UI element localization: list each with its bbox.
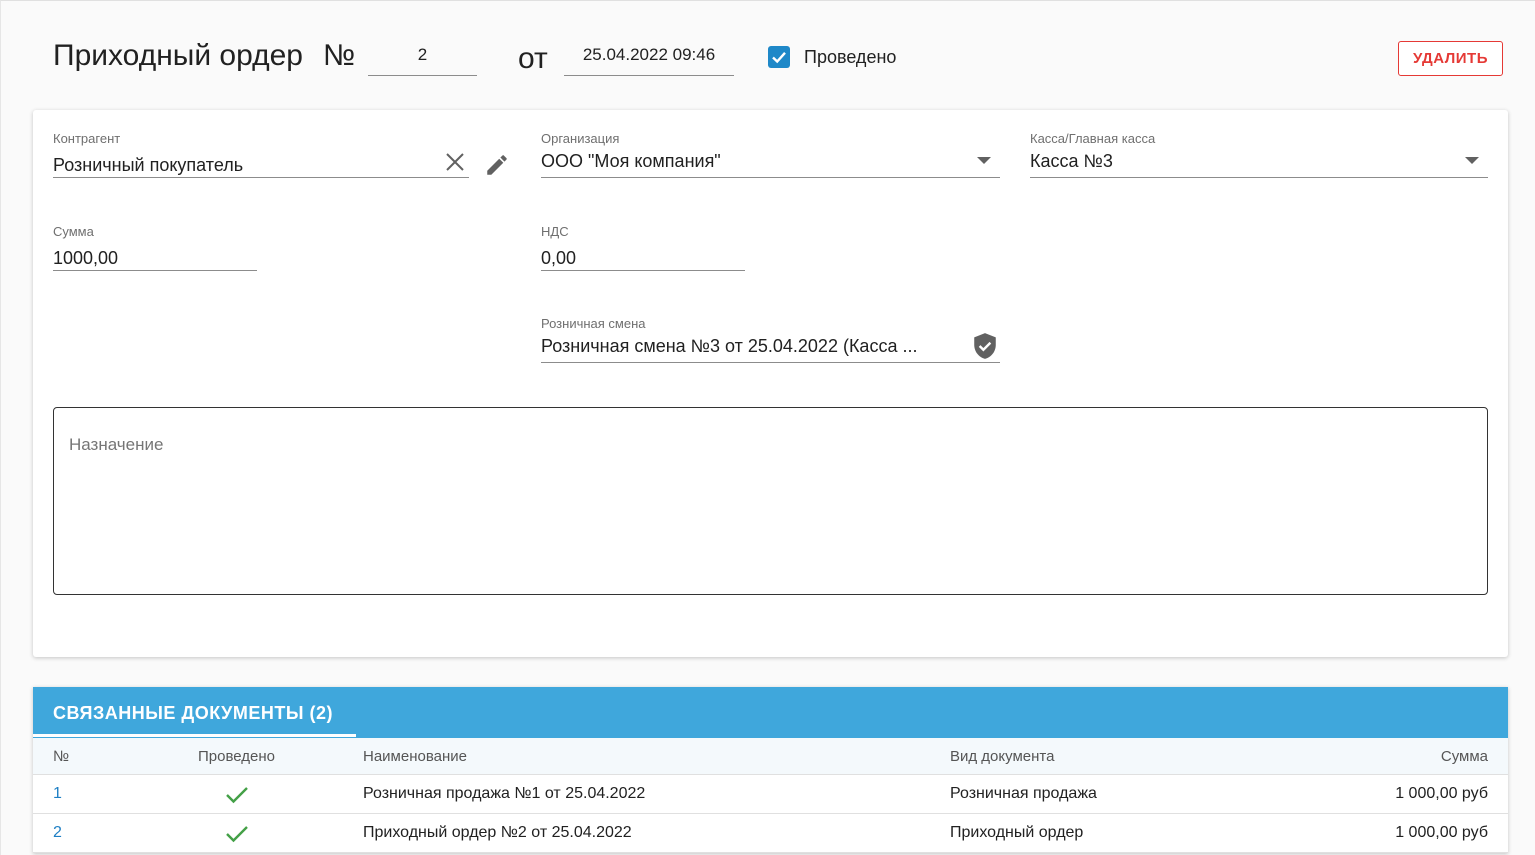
- column-header-posted[interactable]: Проведено: [198, 748, 275, 765]
- page-title: Приходный ордер: [53, 39, 303, 72]
- posted-check-icon: [226, 826, 248, 843]
- retail-shift-label: Розничная смена: [541, 316, 646, 331]
- vat-input[interactable]: НДС 0,00: [541, 224, 745, 271]
- number-sign: №: [323, 39, 356, 72]
- row-sum: 1 000,00 руб: [1395, 785, 1488, 802]
- counterparty-label: Контрагент: [53, 131, 121, 146]
- retail-shift-field[interactable]: Розничная смена Розничная смена №3 от 25…: [541, 316, 1000, 363]
- row-name: Розничная продажа №1 от 25.04.2022: [363, 785, 646, 802]
- related-tabs-bar: СВЯЗАННЫЕ ДОКУМЕНТЫ (2): [33, 687, 1508, 738]
- order-form-card: Контрагент Розничный покупатель Организа…: [33, 110, 1508, 657]
- tab-related-documents[interactable]: СВЯЗАННЫЕ ДОКУМЕНТЫ (2): [53, 703, 333, 724]
- chevron-down-icon: [1465, 157, 1479, 164]
- vat-label: НДС: [541, 224, 569, 239]
- posted-check-icon: [226, 787, 248, 804]
- row-type: Розничная продажа: [950, 785, 1097, 802]
- cashbox-value: Касса №3: [1030, 151, 1113, 171]
- organization-select[interactable]: Организация ООО "Моя компания": [541, 131, 1000, 178]
- amount-input[interactable]: Сумма 1000,00: [53, 224, 257, 271]
- edit-pencil-icon[interactable]: [484, 152, 510, 178]
- active-tab-indicator: [33, 734, 356, 737]
- order-date-input[interactable]: 25.04.2022 09:46: [564, 41, 734, 76]
- verified-shield-icon[interactable]: [972, 332, 998, 360]
- row-sum: 1 000,00 руб: [1395, 824, 1488, 841]
- table-row[interactable]: 2 Приходный ордер №2 от 25.04.2022 Прихо…: [33, 814, 1508, 853]
- cashbox-label: Касса/Главная касса: [1030, 131, 1156, 146]
- column-header-number[interactable]: №: [53, 748, 69, 765]
- related-documents-panel: СВЯЗАННЫЕ ДОКУМЕНТЫ (2) № Проведено Наим…: [33, 687, 1508, 853]
- checkmark-icon: [772, 51, 786, 64]
- from-label: от: [518, 42, 548, 75]
- retail-shift-value: Розничная смена №3 от 25.04.2022 (Касса …: [541, 336, 918, 356]
- organization-label: Организация: [541, 131, 620, 146]
- delete-button[interactable]: УДАЛИТЬ: [1398, 41, 1503, 76]
- amount-label: Сумма: [53, 224, 94, 239]
- table-header: № Проведено Наименование Вид документа С…: [33, 738, 1508, 775]
- chevron-down-icon: [977, 157, 991, 164]
- purpose-placeholder: Назначение: [69, 435, 164, 454]
- column-header-type[interactable]: Вид документа: [950, 748, 1054, 765]
- posted-label: Проведено: [804, 47, 897, 67]
- row-number-link[interactable]: 1: [53, 785, 62, 803]
- row-number-link[interactable]: 2: [53, 824, 62, 842]
- vat-value: 0,00: [541, 248, 577, 268]
- organization-value: ООО "Моя компания": [541, 151, 721, 171]
- page: Приходный ордер № 2 от 25.04.2022 09:46 …: [0, 0, 1535, 855]
- posted-checkbox[interactable]: [768, 46, 790, 68]
- purpose-textarea[interactable]: Назначение: [53, 407, 1488, 595]
- amount-value: 1000,00: [53, 248, 119, 268]
- counterparty-value: Розничный покупатель: [53, 155, 244, 175]
- column-header-name[interactable]: Наименование: [363, 748, 467, 765]
- order-number-input[interactable]: 2: [368, 41, 477, 76]
- row-type: Приходный ордер: [950, 824, 1084, 841]
- row-name: Приходный ордер №2 от 25.04.2022: [363, 824, 632, 841]
- clear-icon[interactable]: [444, 151, 466, 173]
- cashbox-select[interactable]: Касса/Главная касса Касса №3: [1030, 131, 1488, 178]
- counterparty-field[interactable]: Контрагент Розничный покупатель: [53, 131, 469, 178]
- table-row[interactable]: 1 Розничная продажа №1 от 25.04.2022 Роз…: [33, 775, 1508, 814]
- column-header-sum[interactable]: Сумма: [1441, 748, 1488, 765]
